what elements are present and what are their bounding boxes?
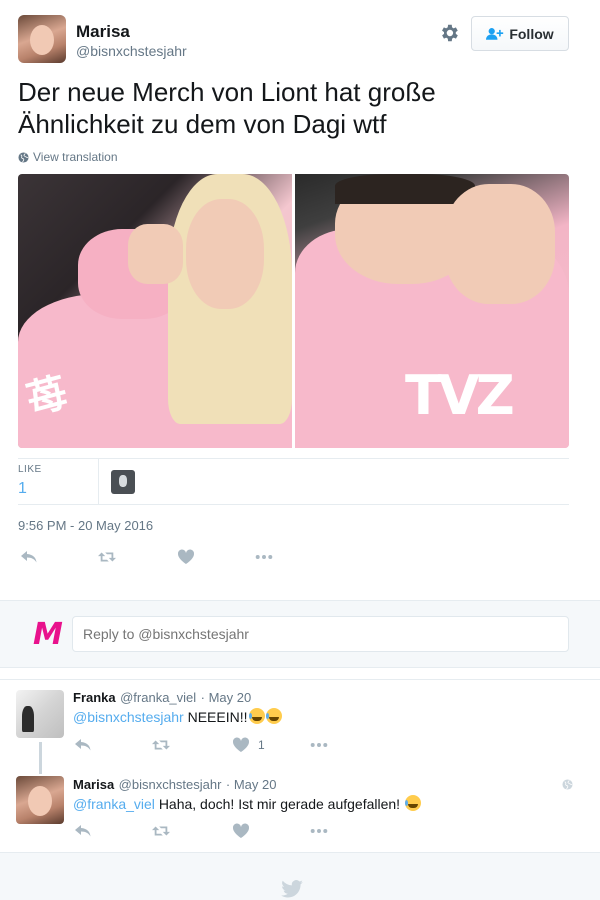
follow-button[interactable]: Follow [471, 16, 569, 51]
like-stat-label: LIKE [18, 464, 42, 475]
retweet-button[interactable] [98, 549, 116, 565]
liker-avatar[interactable] [111, 470, 135, 494]
reply-text: @franka_viel Haha, doch! Ist mir gerade … [73, 795, 421, 812]
globe-icon[interactable] [562, 779, 573, 790]
reply-author-handle[interactable]: @bisnxchstesjahr [119, 777, 222, 792]
retweet-icon [152, 740, 170, 750]
reply-author-name[interactable]: Franka [73, 690, 116, 705]
like-stat-count[interactable]: 1 [18, 480, 27, 498]
author-name[interactable]: Marisa [76, 22, 130, 42]
author-handle[interactable]: @bisnxchstesjahr [76, 43, 187, 59]
twitter-bird-icon [281, 880, 303, 898]
like-icon [232, 823, 250, 838]
reply-header: Marisa @bisnxchstesjahr · May 20 [73, 776, 276, 794]
retweet-icon [152, 826, 170, 836]
author-avatar[interactable] [18, 15, 66, 63]
hand [445, 184, 555, 304]
follow-label: Follow [509, 25, 554, 42]
reply-avatar-franka[interactable] [16, 690, 64, 738]
hoodie-print: TVZ [405, 364, 515, 427]
tears-of-joy-emoji-icon [265, 708, 282, 724]
tweet-photo-right[interactable]: TVZ [295, 174, 569, 448]
reply-button[interactable] [74, 737, 92, 753]
reply-mention[interactable]: @franka_viel [73, 796, 155, 812]
tweet-text: Der neue Merch von Liont hat große Ähnli… [18, 76, 578, 140]
current-user-avatar-m[interactable]: M [33, 617, 63, 652]
hair [335, 174, 475, 204]
like-icon [232, 737, 250, 752]
reply-input[interactable] [72, 616, 569, 652]
hand [128, 224, 183, 284]
reply-body: NEEEIN!! [187, 709, 248, 725]
tweet-text-line-2: Ähnlichkeit zu dem von Dagi wtf [18, 109, 387, 139]
follow-user-icon [486, 27, 504, 40]
gear-icon[interactable] [438, 22, 460, 44]
tears-of-joy-emoji-icon [404, 795, 421, 811]
more-button[interactable] [310, 823, 328, 839]
more-icon [255, 555, 273, 559]
reply-date[interactable]: · May 20 [226, 777, 277, 792]
reply-button[interactable] [74, 823, 92, 839]
divider [18, 504, 569, 505]
tweet-text-line-1: Der neue Merch von Liont hat große [18, 77, 436, 107]
retweet-icon [98, 552, 116, 562]
divider [0, 679, 600, 680]
like-button[interactable] [177, 549, 195, 565]
like-button[interactable]: 1 [232, 737, 265, 753]
globe-icon [18, 151, 29, 163]
more-icon [310, 829, 328, 833]
tears-of-joy-emoji-icon [248, 708, 265, 724]
reply-icon [21, 551, 37, 563]
reply-text: @bisnxchstesjahr NEEEIN!! [73, 708, 282, 725]
reply-author-handle[interactable]: @franka_viel [120, 690, 196, 705]
retweet-button[interactable] [152, 737, 170, 753]
reply-date[interactable]: · May 20 [201, 690, 252, 705]
reply-mention[interactable]: @bisnxchstesjahr [73, 709, 184, 725]
like-button[interactable] [232, 823, 250, 839]
like-icon [177, 549, 195, 564]
divider [98, 459, 99, 504]
reply-like-count: 1 [258, 738, 265, 752]
more-icon [310, 743, 328, 747]
retweet-button[interactable] [152, 823, 170, 839]
thread-connector [39, 742, 42, 774]
tweet-photo-left[interactable]: 苺 [18, 174, 292, 448]
reply-avatar-marisa[interactable] [16, 776, 64, 824]
reply-icon [75, 825, 91, 837]
reply-icon [75, 739, 91, 751]
view-translation-link[interactable]: View translation [18, 150, 118, 164]
face [186, 199, 264, 309]
reply-author-name[interactable]: Marisa [73, 777, 114, 792]
divider [18, 458, 569, 459]
tweet-timestamp[interactable]: 9:56 PM - 20 May 2016 [18, 518, 153, 533]
view-translation-label: View translation [33, 150, 118, 164]
reply-header: Franka @franka_viel · May 20 [73, 689, 251, 707]
more-button[interactable] [255, 549, 273, 565]
reply-button[interactable] [20, 549, 38, 565]
reply-body: Haha, doch! Ist mir gerade aufgefallen! [158, 796, 401, 812]
more-button[interactable] [310, 737, 328, 753]
